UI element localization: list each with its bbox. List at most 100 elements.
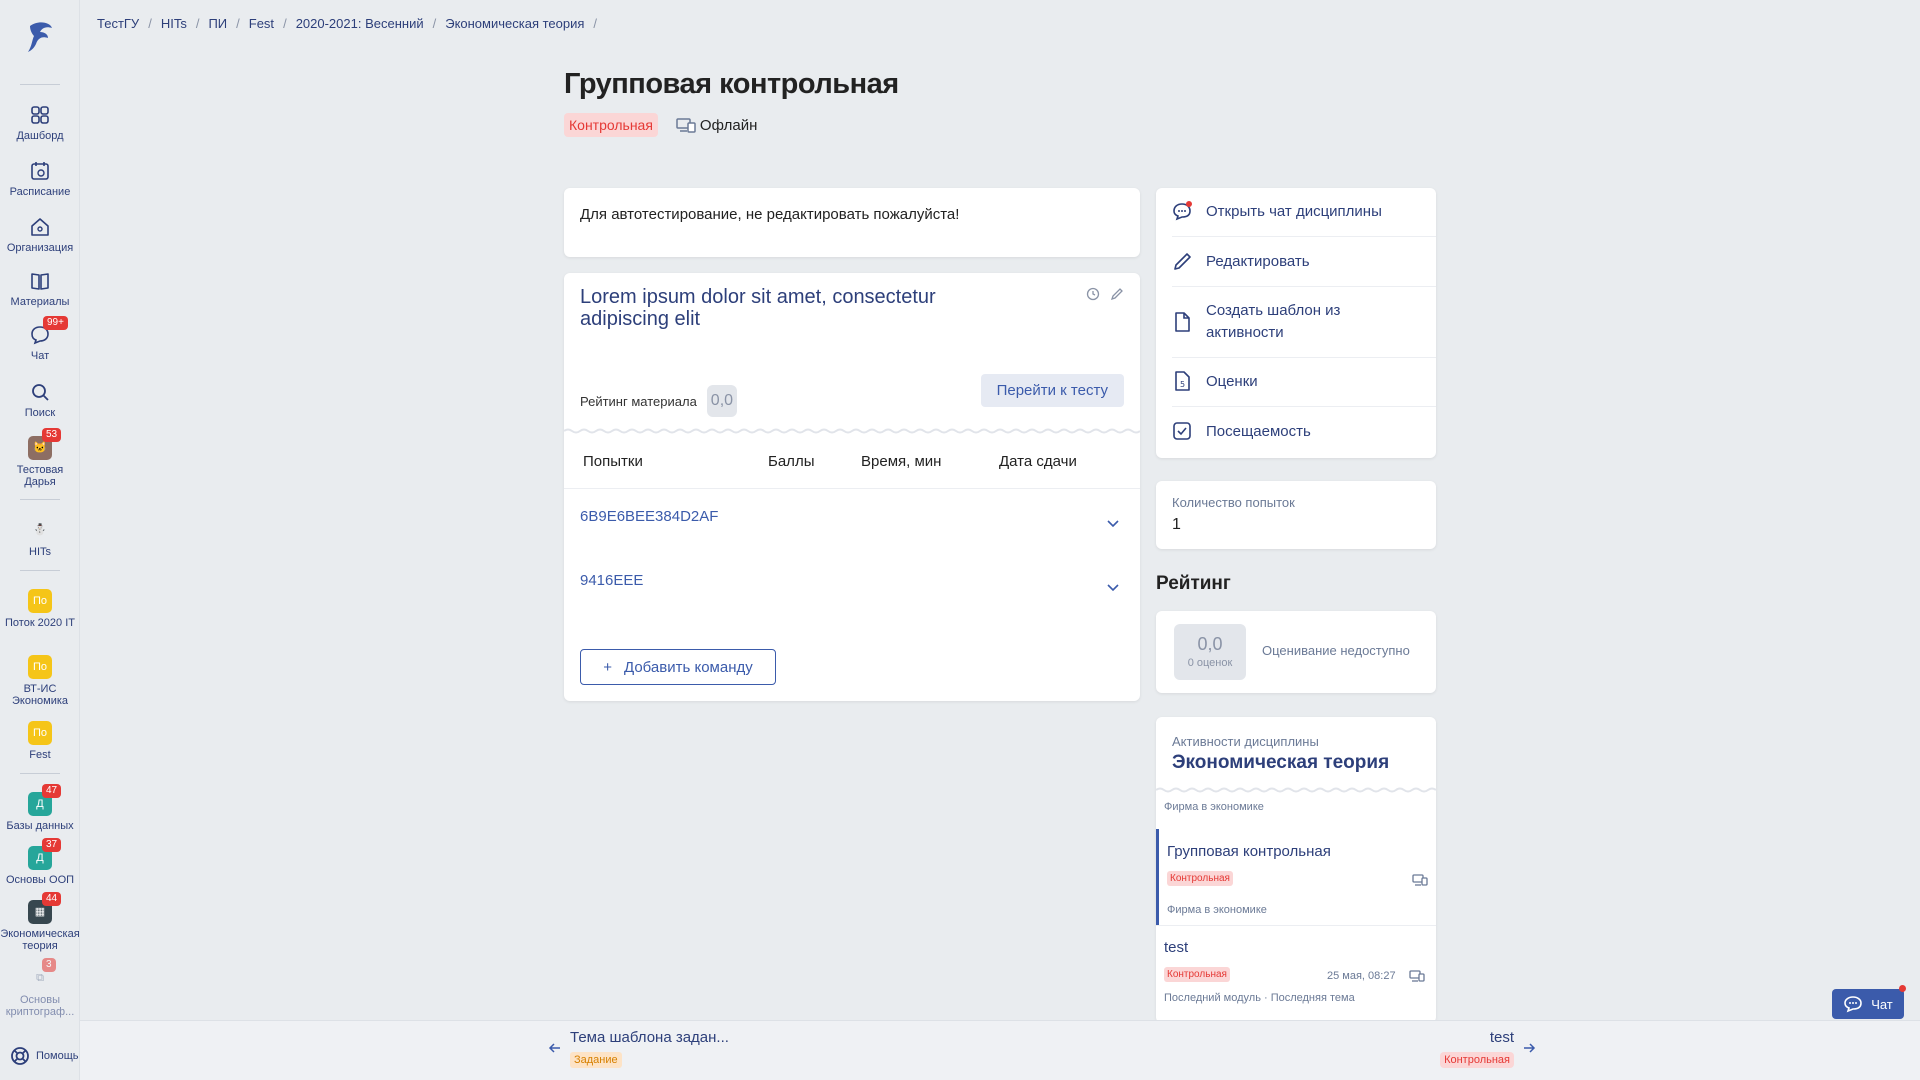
sidebar-item-label: Материалы xyxy=(10,296,70,308)
sidebar-item-materials[interactable]: Материалы xyxy=(0,270,80,308)
title-tags: Контрольная Офлайн xyxy=(564,113,757,137)
breadcrumb-separator: / xyxy=(432,16,437,31)
breadcrumb-item[interactable]: HITs xyxy=(161,16,187,31)
darya-badge: 53 xyxy=(42,428,62,442)
column-header: Баллы xyxy=(768,453,815,470)
chat-icon xyxy=(1173,201,1192,221)
group-avatar: По xyxy=(28,655,52,679)
prev-activity-tag: Задание xyxy=(570,1052,622,1068)
sidebar-item-stream-2020[interactable]: По Поток 2020 IT xyxy=(0,589,80,629)
lifebuoy-icon xyxy=(11,1047,29,1065)
course-image-icon: ▦ 44 xyxy=(28,892,62,924)
add-team-label: Добавить команду xyxy=(624,658,753,676)
breadcrumb-item[interactable]: 2020-2021: Весенний xyxy=(296,16,424,31)
sidebar-item-hits[interactable]: ⛄ HITs xyxy=(0,518,80,558)
breadcrumb-item[interactable]: ТестГУ xyxy=(97,16,139,31)
description-text: Для автотестирование, не редактировать п… xyxy=(580,206,960,223)
table-divider xyxy=(564,488,1140,489)
mode-indicator: Офлайн xyxy=(676,116,757,134)
course-badge: 47 xyxy=(42,784,62,798)
menu-divider xyxy=(1172,286,1436,287)
sidebar-item-databases[interactable]: Д 47 Базы данных xyxy=(0,784,80,832)
menu-item-label: Создать шаблон из активности xyxy=(1206,302,1341,341)
sidebar-item-test-darya[interactable]: 🐱 53 Тестовая Дарья xyxy=(0,428,80,488)
sidebar-item-label: Чат xyxy=(30,350,50,362)
column-header: Дата сдачи xyxy=(999,453,1077,470)
chat-button[interactable]: Чат xyxy=(1832,985,1906,1019)
actions-menu: Открыть чат дисциплины Редактировать Соз… xyxy=(1156,188,1436,458)
rating-heading: Рейтинг xyxy=(1156,573,1231,594)
sidebar-item-chat[interactable]: 99+ Чат xyxy=(0,316,80,362)
sidebar-item-schedule[interactable]: Расписание xyxy=(0,160,80,198)
go-to-test-button[interactable]: Перейти к тесту xyxy=(980,374,1124,407)
rating-count: 0 оценок xyxy=(1187,657,1233,669)
edit-icon[interactable] xyxy=(1110,287,1124,301)
menu-item-grades[interactable]: 5 Оценки xyxy=(1172,370,1420,392)
activity-tag: Контрольная xyxy=(1167,871,1233,886)
breadcrumb-separator: / xyxy=(283,16,287,31)
breadcrumb-item[interactable]: Экономическая теория xyxy=(445,16,584,31)
description-card: Для автотестирование, не редактировать п… xyxy=(564,188,1140,257)
sidebar-item-label: Дашборд xyxy=(16,130,64,142)
menu-item-attendance[interactable]: Посещаемость xyxy=(1172,420,1420,442)
next-activity-title: test xyxy=(1489,1029,1514,1046)
checkbox-icon xyxy=(1173,422,1191,440)
group-avatar: По xyxy=(28,721,52,745)
menu-item-label: Редактировать xyxy=(1206,252,1310,270)
sidebar-item-label: HITs xyxy=(29,546,51,558)
next-activity[interactable]: test Контрольная xyxy=(1330,1029,1536,1068)
group-avatar: По xyxy=(28,589,52,613)
book-icon xyxy=(29,270,51,292)
activity-subtitle: Фирма в экономике xyxy=(1164,801,1264,813)
sidebar-item-crypto[interactable]: ⧉ 3 Основы криптограф... xyxy=(0,958,80,1018)
prev-activity[interactable]: Тема шаблона задан... Задание xyxy=(548,1029,729,1068)
help-button[interactable]: Помощь xyxy=(10,1046,79,1066)
list-item-selected[interactable]: Групповая контрольная Контрольная Фирма … xyxy=(1156,829,1436,925)
activities-heading[interactable]: Экономическая теория xyxy=(1172,752,1389,774)
activity-title: test xyxy=(1164,939,1189,956)
rating-card: 0,0 0 оценок Оценивание недоступно xyxy=(1156,611,1436,693)
sidebar-item-vt-is[interactable]: По ВТ-ИС Экономика xyxy=(0,655,80,707)
mode-label: Офлайн xyxy=(699,116,758,134)
course-badge: 37 xyxy=(42,838,62,852)
chat-icon: 99+ xyxy=(29,316,68,346)
sidebar-item-oop[interactable]: Д 37 Основы ООП xyxy=(0,838,80,886)
sidebar-item-economics[interactable]: ▦ 44 Экономическая теория xyxy=(0,892,80,952)
material-title[interactable]: Lorem ipsum dolor sit amet, consectetur … xyxy=(580,286,1020,330)
add-team-button[interactable]: + Добавить команду xyxy=(580,649,776,685)
sidebar-item-label: Поток 2020 IT xyxy=(5,617,75,629)
course-badge: 44 xyxy=(42,892,62,906)
material-rating-label: Рейтинг материала xyxy=(580,393,697,409)
team-name[interactable]: 6B9E6BEE384D2AF xyxy=(580,508,718,525)
sidebar-divider xyxy=(20,570,60,571)
sidebar-item-label: Базы данных xyxy=(6,820,74,832)
chevron-down-icon[interactable] xyxy=(1106,580,1120,594)
breadcrumb-item[interactable]: Fest xyxy=(249,16,274,31)
sidebar: Дашборд Расписание Организация Материалы… xyxy=(0,0,80,1080)
pencil-icon xyxy=(1174,253,1191,270)
next-activity-tag: Контрольная xyxy=(1440,1052,1514,1068)
history-icon[interactable] xyxy=(1086,287,1100,301)
menu-item-label: Оценки xyxy=(1206,372,1258,390)
sidebar-item-search[interactable]: Поиск xyxy=(0,381,80,419)
menu-divider xyxy=(1172,406,1436,407)
grid-icon xyxy=(29,104,51,126)
logo-icon[interactable] xyxy=(24,20,56,54)
svg-text:5: 5 xyxy=(1180,380,1185,389)
sidebar-item-fest[interactable]: По Fest xyxy=(0,721,80,761)
menu-item-open-chat[interactable]: Открыть чат дисциплины xyxy=(1172,200,1420,222)
column-header: Время, мин xyxy=(861,453,942,470)
breadcrumb-separator: / xyxy=(593,16,598,31)
rating-score: 0,0 0 оценок xyxy=(1174,624,1246,680)
menu-item-create-template[interactable]: Создать шаблон из активности xyxy=(1172,300,1420,344)
breadcrumb-item[interactable]: ПИ xyxy=(208,16,227,31)
grade-file-icon: 5 xyxy=(1175,371,1190,391)
hits-avatar-icon: ⛄ xyxy=(33,524,47,536)
activity-navigation: Тема шаблона задан... Задание test Контр… xyxy=(80,1020,1920,1080)
course-avatar: Д 47 xyxy=(28,784,62,816)
sidebar-item-organization[interactable]: Организация xyxy=(0,216,80,254)
chevron-down-icon[interactable] xyxy=(1106,516,1120,530)
menu-item-edit[interactable]: Редактировать xyxy=(1172,250,1420,272)
team-name[interactable]: 9416EEE xyxy=(580,572,643,589)
sidebar-item-dashboard[interactable]: Дашборд xyxy=(0,104,80,142)
